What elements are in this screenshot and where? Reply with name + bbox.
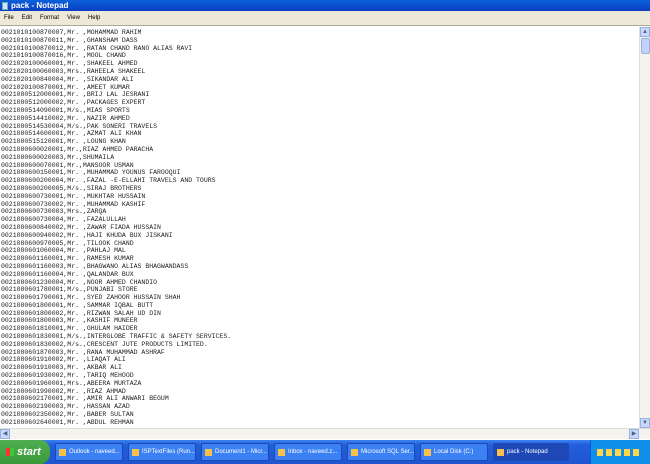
text-line: 0021080600970005,Mr. ,TILOOK CHAND bbox=[1, 239, 134, 247]
app-icon bbox=[205, 448, 212, 456]
taskbar-button[interactable]: Local Disk (C:) bbox=[420, 443, 488, 461]
app-icon bbox=[351, 448, 358, 456]
vertical-scrollbar[interactable]: ▲ ▼ bbox=[639, 27, 650, 428]
text-line: 0021020100870001,Mr. ,AMEET KUMAR bbox=[1, 83, 130, 91]
text-line: 0021080601780001,M/s.,PUNJABI STORE bbox=[1, 286, 138, 294]
tray-icon[interactable] bbox=[606, 448, 612, 456]
text-line: 0021080601160004,Mr. ,QALANDAR BUX bbox=[1, 270, 134, 278]
menu-format[interactable]: Format bbox=[36, 15, 63, 21]
text-line: 0021080601230004,Mr. ,NOOR AHMED CHANDIO bbox=[1, 278, 158, 286]
text-line: 0021020100060001,Mr. ,SHAKEEL AHMED bbox=[1, 60, 138, 68]
text-line: 0021080601910003,Mr. ,AKBAR ALI bbox=[1, 364, 122, 372]
text-line: 0021080601830002,M/s.,CRESCENT JUTE PROD… bbox=[1, 340, 208, 348]
text-editor[interactable]: 0021010100870007,Mr. ,MOHAMMAD RAHIM 0021… bbox=[0, 27, 639, 428]
text-line: 0021080600840002,Mr. ,ZAWAR FIADA HUSSAI… bbox=[1, 223, 161, 231]
taskbar-button[interactable]: Outlook - naveed... bbox=[55, 443, 123, 461]
tray-icon[interactable] bbox=[615, 448, 621, 456]
menu-bar: File Edit Format View Help bbox=[0, 11, 650, 26]
text-line: 0021080601800001,Mr. ,SAMMAR IQBAL BUTT bbox=[1, 301, 154, 309]
text-line: 0021080602190003,Mr. ,HASSAN AZAD bbox=[1, 403, 130, 411]
text-line: 0021080601160001,Mr. ,RAMESH KUMAR bbox=[1, 255, 134, 263]
menu-help[interactable]: Help bbox=[84, 15, 104, 21]
taskbar-button[interactable]: Microsoft SQL Ser... bbox=[347, 443, 415, 461]
text-line: 0021080601830001,M/s.,INTERGLOBE TRAFFIC… bbox=[1, 333, 232, 341]
text-line: 0021080600200005,M/s.,SIRAJ BROTHERS bbox=[1, 184, 142, 192]
text-line: 0021080601870003,Mr. ,RANA MUHAMMAD ASHR… bbox=[1, 348, 165, 356]
taskbar-button[interactable]: Document1 - Micr... bbox=[201, 443, 269, 461]
tray-icon[interactable] bbox=[633, 448, 639, 456]
text-line: 0021080601930002,Mr. ,TARIQ MEHOOD bbox=[1, 372, 134, 380]
taskbar: start Outlook - naveed... ISPTextFiles (R… bbox=[0, 440, 650, 464]
taskbar-button-label: Microsoft SQL Ser... bbox=[361, 449, 415, 455]
text-line: 0021080514090001,M/s.,MIAS SPORTS bbox=[1, 106, 130, 114]
text-line: 0021080512000001,Mr. ,BRIJ LAL JESRANI bbox=[1, 91, 150, 99]
text-line: 0021020100840004,Mr. ,SIKANDAR ALI bbox=[1, 75, 134, 83]
text-line: 0021010100870007,Mr. ,MOHAMMAD RAHIM bbox=[1, 29, 142, 36]
app-icon bbox=[424, 448, 431, 456]
window-title: pack - Notepad bbox=[11, 1, 69, 10]
tray-icon[interactable] bbox=[597, 448, 603, 456]
text-line: 0021080600070001,Mr.,MANSOOR USMAN bbox=[1, 161, 134, 169]
text-line: 0021010100870012,Mr. ,RATAN CHAND RANO A… bbox=[1, 44, 193, 52]
app-icon bbox=[59, 448, 66, 456]
text-line: 0021080601810001,Mr. ,GHULAM HAIDER bbox=[1, 325, 138, 333]
scroll-right-arrow-icon[interactable]: ▶ bbox=[629, 429, 639, 439]
taskbar-button-label: pack - Notepad bbox=[507, 449, 548, 455]
text-line: 0021080515120001,Mr. ,LOUNG KHAN bbox=[1, 138, 126, 146]
text-line: 0021080601800002,Mr. ,RIZWAN SALAH UD DI… bbox=[1, 309, 161, 317]
text-line: 0021080602640001,Mr. ,ABDUL REHMAN bbox=[1, 418, 134, 426]
taskbar-button-label: Inbox - naveed.z... bbox=[288, 449, 338, 455]
text-line: 0021080601160003,Mr. ,BHAGWANO ALIAS BHA… bbox=[1, 262, 189, 270]
taskbar-button[interactable]: pack - Notepad bbox=[493, 443, 569, 461]
start-label: start bbox=[17, 446, 41, 458]
taskbar-button-label: Document1 - Micr... bbox=[215, 449, 268, 455]
text-line: 0021010100870016,Mr. ,MOOL CHAND bbox=[1, 52, 126, 60]
text-line: 0021080600200004,Mr. ,FAZAL -E-ELLAHI TR… bbox=[1, 177, 216, 185]
text-line: 0021080601960001,Mrs.,ABEERA MURTAZA bbox=[1, 379, 142, 387]
taskbar-button-label: Local Disk (C:) bbox=[434, 449, 474, 455]
system-tray bbox=[590, 440, 650, 464]
scroll-thumb[interactable] bbox=[641, 38, 650, 54]
text-line: 0021080600730004,Mr. ,FAZALULLAH bbox=[1, 216, 126, 224]
taskbar-button-label: Outlook - naveed... bbox=[69, 449, 120, 455]
text-line: 0021080602170001,Mr. ,AMIR ALI ANWARI BE… bbox=[1, 395, 169, 403]
text-line: 0021080600730002,Mr. ,MUHAMMAD KASHIF bbox=[1, 200, 146, 208]
text-line: 0021080600020003,Mr.,SHUMAILA bbox=[1, 153, 115, 161]
app-icon bbox=[132, 448, 139, 456]
text-line: 0021080600020001,Mr.,RIAZ AHMED PARACHA bbox=[1, 145, 154, 153]
text-line: 0021080601790001,Mr. ,SYED ZAHOOR HUSSAI… bbox=[1, 294, 181, 302]
taskbar-button[interactable]: ISPTextFiles (Run... bbox=[128, 443, 196, 461]
text-line: 0021080601060004,Mr. ,PAHLAJ MAL bbox=[1, 247, 126, 255]
text-line: 0021080512000002,Mr. ,PACKAGES EXPERT bbox=[1, 99, 146, 107]
text-line: 0021080600730001,Mr. ,MUKHTAR HUSSAIN bbox=[1, 192, 146, 200]
scroll-left-arrow-icon[interactable]: ◀ bbox=[0, 429, 10, 439]
notepad-icon bbox=[2, 1, 8, 10]
text-line: 0021080602350002,Mr. ,BABER SULTAN bbox=[1, 411, 134, 419]
text-line: 0021080600940002,Mr. ,HAJI KHUDA BUX JIS… bbox=[1, 231, 173, 239]
text-line: 0021080601990002,Mr. ,RIAZ AHMAD bbox=[1, 387, 126, 395]
menu-file[interactable]: File bbox=[0, 15, 18, 21]
menu-edit[interactable]: Edit bbox=[18, 15, 36, 21]
text-line: 0021080600730003,Mrs.,ZARQA bbox=[1, 208, 107, 216]
app-icon bbox=[278, 448, 285, 456]
title-bar[interactable]: pack - Notepad bbox=[0, 0, 650, 11]
windows-logo-icon bbox=[6, 448, 14, 456]
scroll-up-arrow-icon[interactable]: ▲ bbox=[640, 27, 650, 37]
taskbar-button[interactable]: Inbox - naveed.z... bbox=[274, 443, 342, 461]
app-icon bbox=[497, 448, 504, 456]
text-line: 0021080514410002,Mr. ,NAZIR AHMED bbox=[1, 114, 130, 122]
text-line: 0021080514600001,Mr. ,AZMAT ALI KHAN bbox=[1, 130, 142, 138]
text-line: 0021080514530004,M/s.,PAK SONERI TRAVELS bbox=[1, 122, 158, 130]
menu-view[interactable]: View bbox=[63, 15, 84, 21]
text-line: 0021080600150001,Mr. ,MUHAMMAD YOUNUS FA… bbox=[1, 169, 181, 177]
taskbar-button-label: ISPTextFiles (Run... bbox=[142, 449, 196, 455]
horizontal-scrollbar[interactable]: ◀ ▶ bbox=[0, 428, 650, 439]
text-line: 0021020100060003,Mrs.,RAHEELA SHAKEEL bbox=[1, 67, 146, 75]
text-line: 0021010100870011,Mr. ,GHANSHAM DASS bbox=[1, 36, 138, 44]
text-line: 0021080601910002,Mr. ,LIAQAT ALI bbox=[1, 356, 126, 364]
scroll-down-arrow-icon[interactable]: ▼ bbox=[640, 418, 650, 428]
tray-icon[interactable] bbox=[624, 448, 630, 456]
text-line: 0021080601800003,Mr. ,KASHIF MUNEER bbox=[1, 317, 138, 325]
start-button[interactable]: start bbox=[0, 440, 50, 464]
